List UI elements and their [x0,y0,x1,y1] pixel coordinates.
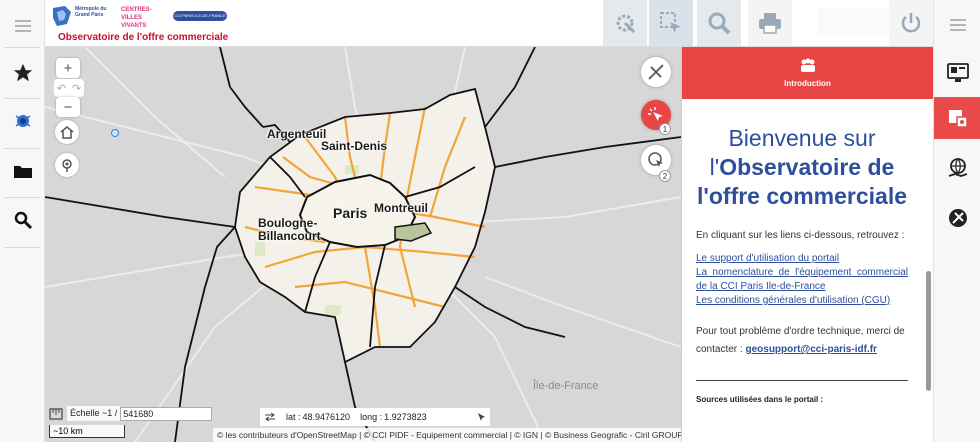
right-sidebar [933,0,980,442]
info-puzzle-icon [948,110,968,128]
select-badge: 2 [659,170,671,182]
divider [4,148,40,149]
logo-cci: CCI PARIS ILE-DE-FRANCE [173,11,227,21]
select-cursor-icon [648,152,663,167]
long-label: long : [360,412,383,422]
divider [4,247,40,248]
coordinates-display: lat : 48.9476120 long : 1.9273823 [260,408,490,426]
divider [4,197,40,198]
link-nomenclature[interactable]: La nomenclature de l'équipement commerci… [696,266,908,294]
power-button[interactable] [889,0,933,46]
folder-icon[interactable] [0,151,45,191]
scale-icon [49,407,63,420]
long-value: 1.9273823 [384,412,427,422]
search-tool-icon [708,12,731,35]
globe-button[interactable] [934,147,980,189]
scale-bar: ~10 km [49,425,125,438]
click-info-icon [648,107,663,121]
users-icon [800,58,815,72]
history-nav[interactable]: ↶ ↷ [54,79,84,97]
location-marker [111,129,119,137]
sources-heading: Sources utilisées dans le portail : [696,395,824,404]
support-email-link[interactable]: geosupport@cci-paris-idf.fr [745,344,876,355]
search-tool-button[interactable] [697,0,741,46]
logo-centres-text: CENTRES-VILLES VIVANTS [121,7,152,29]
support-text: Pour tout problème d'ordre technique, me… [696,323,908,359]
draw-tool-button[interactable] [641,57,671,87]
tools-icon [948,209,967,227]
place-saint-denis: Saint-Denis [321,139,388,153]
user-area [817,8,889,36]
ruler-pencil-icon [648,64,664,80]
screen-icon [946,63,969,82]
header-bar: Métropole du Grand Paris CENTRES-VILLES … [45,0,933,47]
divider [696,380,908,381]
map-attribution: © les contributeurs d'OpenStreetMap | © … [213,428,681,442]
cursor-icon [477,413,485,421]
left-sidebar [0,0,45,442]
tools-button[interactable] [934,197,980,239]
intro-button[interactable] [934,97,980,139]
lat-value: 48.9476120 [302,412,351,422]
zoom-in-button[interactable]: + [56,58,80,78]
intro-text: En cliquant sur les liens ci-dessous, re… [696,230,905,241]
map-view[interactable]: Argenteuil Saint-Denis Paris Montreuil B… [45,47,681,442]
scale-control: Échelle ~1 / 541680 [49,406,213,421]
zoom-control: + [56,58,80,80]
layers-icon[interactable] [0,101,45,141]
search-icon[interactable] [0,200,45,240]
app-title: Observatoire de l'offre commerciale [58,32,229,43]
logo-centres-villes: CENTRES-VILLES VIVANTS [121,6,167,32]
link-support[interactable]: Le support d'utilisation du portail [696,252,908,266]
links-list: Le support d'utilisation du portail La n… [696,252,908,308]
right-menu-button[interactable] [934,4,980,46]
welcome-line-2-prefix: l' [709,154,720,180]
place-argenteuil: Argenteuil [267,127,327,141]
power-icon [901,13,921,33]
welcome-line-3-text: l'offre commerciale [697,183,907,209]
swap-icon[interactable] [264,412,276,422]
panel-scrollbar[interactable] [926,271,931,391]
logo-metropole: Métropole du Grand Paris [51,4,107,28]
settings-tool-icon [616,14,636,34]
welcome-heading: Bienvenue sur l'Observatoire de l'offre … [696,124,908,211]
logo-metropole-text: Métropole du Grand Paris [75,6,107,18]
select-tool-icon [660,12,681,33]
home-icon [60,126,74,139]
screen-button[interactable] [934,52,980,94]
place-boulogne-billancourt: Boulogne-Billancourt [258,216,321,243]
scale-label: Échelle ~1 / [67,406,121,421]
select-tool-button[interactable] [649,0,693,46]
redo-arrow-icon[interactable]: ↷ [72,82,81,95]
welcome-line-2-bold: Observatoire de [719,154,895,180]
print-icon [759,13,781,34]
link-cgu[interactable]: Les conditions générales d'utilisation (… [696,294,908,308]
info-badge: 1 [659,123,671,135]
home-button[interactable] [55,120,79,144]
place-ile-de-france: Île-de-France [533,380,599,392]
welcome-line-1: Bienvenue sur [728,125,876,151]
panel-header: Introduction [682,47,933,99]
menu-icon[interactable] [0,6,45,46]
lat-label: lat : [286,412,301,422]
locate-icon [62,159,72,172]
scale-input[interactable]: 541680 [120,406,213,421]
place-montreuil: Montreuil [374,201,428,215]
settings-tool-button[interactable] [603,0,647,46]
divider [4,47,40,48]
undo-arrow-icon[interactable]: ↶ [57,82,66,95]
divider [4,98,40,99]
locate-button[interactable] [55,153,79,177]
panel-content: Bienvenue sur l'Observatoire de l'offre … [682,99,922,442]
star-icon[interactable] [0,53,45,93]
info-panel: Introduction Bienvenue sur l'Observatoir… [681,47,933,442]
print-button[interactable] [748,0,792,46]
globe-hand-icon [948,158,967,177]
welcome-line-2: l'Observatoire de [696,153,908,182]
panel-header-label: Introduction [784,79,831,88]
app-window: Métropole du Grand Paris CENTRES-VILLES … [0,0,980,442]
zoom-out-button[interactable]: − [56,97,80,117]
welcome-line-3: l'offre commerciale [696,182,908,211]
menu-icon [949,19,966,31]
